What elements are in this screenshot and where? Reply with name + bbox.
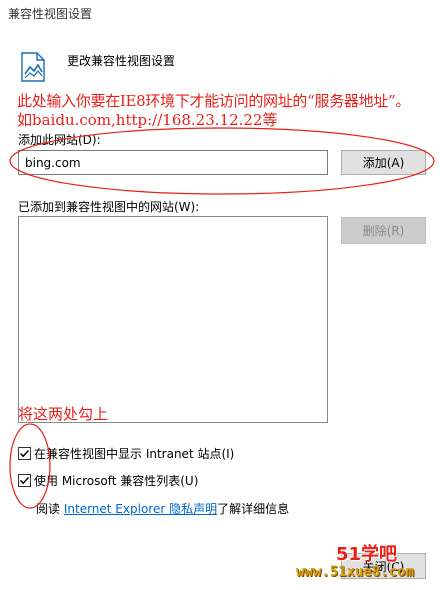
privacy-info: 阅读 Internet Explorer 隐私声明了解详细信息	[36, 500, 289, 517]
annotation-instruction: 此处输入你要在IE8环境下才能访问的网址的“服务器地址”。	[17, 92, 411, 110]
intranet-checkbox[interactable]	[18, 447, 31, 460]
intranet-option[interactable]: 在兼容性视图中显示 Intranet 站点(I)	[18, 445, 234, 462]
annotation-example: 如baidu.com,http://168.23.12.22等	[17, 111, 278, 129]
site-list[interactable]	[18, 216, 328, 423]
ms-list-label: 使用 Microsoft 兼容性列表(U)	[34, 474, 199, 488]
checkmark-icon	[19, 449, 30, 458]
remove-button[interactable]: 删除(R)	[341, 217, 426, 244]
privacy-info-prefix: 阅读	[36, 502, 61, 516]
watermark-logo: 51学吧	[336, 544, 398, 565]
add-site-input[interactable]	[18, 150, 328, 175]
intranet-label: 在兼容性视图中显示 Intranet 站点(I)	[34, 447, 235, 461]
ms-list-option[interactable]: 使用 Microsoft 兼容性列表(U)	[18, 472, 198, 489]
ms-list-checkbox[interactable]	[18, 474, 31, 487]
checkmark-icon	[19, 476, 30, 485]
annotation-check-both: 将这两处勾上	[18, 405, 109, 423]
title-bar: 兼容性视图设置	[0, 0, 440, 28]
window-title: 兼容性视图设置	[8, 7, 93, 21]
watermark-url: www.51xue8.com	[296, 564, 415, 580]
site-list-label: 已添加到兼容性视图中的网站(W):	[18, 200, 200, 214]
add-button[interactable]: 添加(A)	[341, 150, 426, 175]
annotation-ellipse-checkboxes	[9, 423, 51, 509]
privacy-statement-link[interactable]: Internet Explorer 隐私声明	[64, 502, 217, 516]
add-site-label: 添加此网站(D):	[18, 133, 101, 147]
header-title: 更改兼容性视图设置	[67, 54, 176, 68]
privacy-info-suffix: 了解详细信息	[217, 502, 290, 516]
compatibility-view-icon	[21, 52, 45, 82]
